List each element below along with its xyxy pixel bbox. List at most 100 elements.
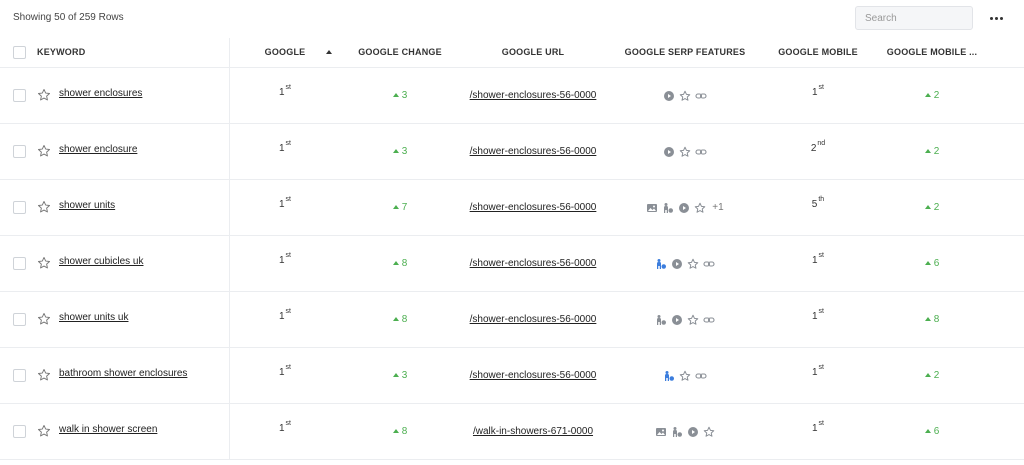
column-header-google-mobile-change[interactable]: GOOGLE MOBILE ...: [880, 38, 984, 67]
mobile-rank: 1st: [768, 348, 868, 403]
keyword-link[interactable]: shower enclosures: [59, 88, 142, 99]
column-divider: [229, 124, 230, 179]
mobile-rank-suffix: st: [818, 308, 824, 315]
image-icon: [656, 427, 666, 436]
column-header-google[interactable]: GOOGLE: [250, 38, 320, 67]
google-rank-value: 1: [278, 143, 285, 154]
serp-features-more[interactable]: +1: [712, 202, 723, 213]
mobile-rank: 1st: [768, 236, 868, 291]
row-checkbox[interactable]: [13, 89, 26, 102]
mobile-change-value: 2: [933, 90, 940, 101]
sort-ascending-icon[interactable]: [326, 50, 332, 54]
google-url-link[interactable]: /shower-enclosures-56-0000: [470, 314, 597, 325]
table-row: bathroom shower enclosures 1st 3 /shower…: [0, 348, 1024, 404]
up-arrow-icon: [924, 204, 931, 209]
keyword-link[interactable]: bathroom shower enclosures: [59, 368, 187, 379]
column-header-google-mobile[interactable]: GOOGLE MOBILE: [768, 38, 868, 67]
row-checkbox[interactable]: [13, 313, 26, 326]
row-checkbox[interactable]: [13, 425, 26, 438]
google-url-cell: /shower-enclosures-56-0000: [463, 180, 603, 235]
serp-features-cell: [615, 236, 755, 291]
up-arrow-icon: [392, 316, 399, 321]
google-url-link[interactable]: /shower-enclosures-56-0000: [470, 258, 597, 269]
google-url-cell: /shower-enclosures-56-0000: [463, 124, 603, 179]
mobile-rank: 1st: [768, 68, 868, 123]
up-arrow-icon: [392, 428, 399, 433]
column-divider: [229, 68, 230, 123]
star-icon[interactable]: [37, 424, 51, 438]
mobile-rank-suffix: st: [818, 252, 824, 259]
column-header-google-url[interactable]: GOOGLE URL: [463, 38, 603, 67]
mobile-rank-value: 1: [811, 311, 818, 322]
people-also-ask-icon: [657, 258, 666, 269]
keyword-link[interactable]: walk in shower screen: [59, 424, 157, 435]
google-change: 8: [345, 404, 455, 459]
column-header-serp-features[interactable]: GOOGLE SERP FEATURES: [615, 38, 755, 67]
keyword-link[interactable]: shower units uk: [59, 312, 128, 323]
up-arrow-icon: [924, 260, 931, 265]
google-url-link[interactable]: /shower-enclosures-56-0000: [470, 146, 597, 157]
google-url-link[interactable]: /walk-in-showers-671-0000: [473, 426, 593, 437]
google-url-cell: /walk-in-showers-671-0000: [463, 404, 603, 459]
video-icon: [672, 314, 682, 325]
table-row: shower cubicles uk 1st 8 /shower-enclosu…: [0, 236, 1024, 292]
google-url-link[interactable]: /shower-enclosures-56-0000: [470, 370, 597, 381]
google-change-value: 8: [401, 426, 408, 437]
keyword-link[interactable]: shower enclosure: [59, 144, 137, 155]
google-change-value: 7: [401, 202, 408, 213]
more-options-icon[interactable]: [988, 10, 1006, 26]
keyword-link[interactable]: shower cubicles uk: [59, 256, 143, 267]
select-all-checkbox[interactable]: [13, 46, 26, 59]
column-header-google-change[interactable]: GOOGLE CHANGE: [345, 38, 455, 67]
row-checkbox[interactable]: [13, 257, 26, 270]
table-row: walk in shower screen 1st 8 /walk-in-sho…: [0, 404, 1024, 460]
serp-features-cell: [615, 348, 755, 403]
star-icon: [687, 314, 699, 325]
google-url-link[interactable]: /shower-enclosures-56-0000: [470, 90, 597, 101]
up-arrow-icon: [392, 372, 399, 377]
column-divider: [229, 180, 230, 235]
star-icon[interactable]: [37, 200, 51, 214]
column-divider: [229, 38, 230, 67]
row-checkbox[interactable]: [13, 201, 26, 214]
search-input[interactable]: [855, 6, 973, 30]
serp-features: [663, 146, 707, 158]
serp-features: [655, 426, 715, 438]
mobile-rank-suffix: th: [818, 196, 825, 203]
serp-features: +1: [646, 202, 724, 214]
star-icon[interactable]: [37, 256, 51, 270]
google-rank: 1st: [250, 68, 320, 123]
mobile-change-value: 2: [933, 370, 940, 381]
mobile-change: 6: [880, 236, 984, 291]
mobile-rank-suffix: st: [818, 420, 824, 427]
video-icon: [664, 90, 674, 101]
row-checkbox[interactable]: [13, 145, 26, 158]
up-arrow-icon: [392, 204, 399, 209]
video-icon: [679, 202, 690, 213]
serp-features-cell: [615, 404, 755, 459]
google-url-link[interactable]: /shower-enclosures-56-0000: [470, 202, 597, 213]
image-icon: [647, 203, 658, 212]
column-divider: [229, 348, 230, 403]
video-icon: [688, 426, 698, 437]
star-icon[interactable]: [37, 312, 51, 326]
row-checkbox[interactable]: [13, 369, 26, 382]
keyword-link[interactable]: shower units: [59, 200, 115, 211]
star-icon[interactable]: [37, 88, 51, 102]
mobile-change: 6: [880, 404, 984, 459]
star-icon[interactable]: [37, 368, 51, 382]
column-header-keyword[interactable]: KEYWORD: [37, 38, 85, 67]
google-rank-suffix: st: [285, 252, 291, 259]
up-arrow-icon: [924, 316, 931, 321]
up-arrow-icon: [924, 372, 931, 377]
google-change: 8: [345, 236, 455, 291]
mobile-rank: 1st: [768, 292, 868, 347]
star-icon: [703, 426, 715, 437]
table-row: shower units 1st 7 /shower-enclosures-56…: [0, 180, 1024, 236]
google-change-value: 3: [401, 146, 408, 157]
mobile-rank-value: 1: [811, 87, 818, 98]
star-icon[interactable]: [37, 144, 51, 158]
people-also-ask-icon: [665, 370, 674, 381]
google-rank-suffix: st: [285, 196, 291, 203]
google-rank: 1st: [250, 124, 320, 179]
